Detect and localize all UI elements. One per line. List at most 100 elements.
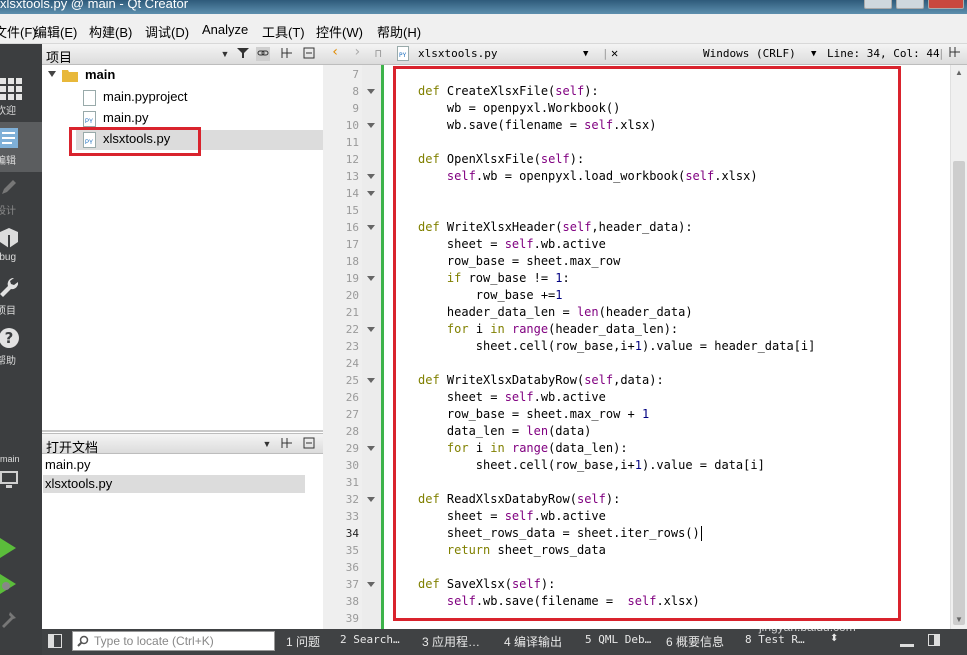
fold-arrow-icon[interactable] [367,378,375,383]
view-dropdown-icon[interactable]: ▼ [218,47,232,61]
close-pane-icon[interactable] [302,437,316,451]
line-number: 36 [345,561,359,574]
line-number: 19 [345,272,359,285]
toggle-sidebar-icon[interactable] [48,634,62,648]
forward-arrow-icon[interactable]: › [353,44,361,60]
output-tab-qml-debugger[interactable]: 5 QML Deb… [585,633,651,646]
menu-edit[interactable]: 编辑(E) [34,22,77,41]
close-window-button[interactable] [928,0,964,9]
line-number: 28 [345,425,359,438]
mode-design[interactable]: 设计 [0,172,42,222]
pencil-icon [2,180,16,194]
close-document-icon[interactable]: ✕ [611,46,618,60]
mode-projects[interactable]: 项目 [0,272,42,322]
output-tab-app-output[interactable]: 3 应用程… [422,633,480,650]
fold-arrow-icon[interactable] [367,174,375,179]
locator-input[interactable]: Type to locate (Ctrl+K) [72,631,275,651]
document-dropdown-icon[interactable]: ▼ [583,49,588,59]
highlight-box-file [69,127,201,156]
output-tab-compile-output[interactable]: 4 编译输出 [504,633,562,650]
build-button[interactable] [0,606,42,632]
maximize-button[interactable] [896,0,924,9]
mode-welcome[interactable]: 欢迎 [0,72,42,122]
line-number: 17 [345,238,359,251]
sidebar: 项目 ▼ main main.pyproject PY main.py PY x… [42,44,323,629]
output-tab-issues[interactable]: 1 问题 [286,633,320,650]
target-selector[interactable]: main [0,452,42,502]
editor-toolbar: ‹ › ⊓ PY xlsxtools.py ▼ | ✕ Windows (CRL… [323,44,967,65]
project-root[interactable]: main [85,67,115,87]
toolbar-separator: | [938,47,945,60]
line-number: 37 [345,578,359,591]
fold-arrow-icon[interactable] [367,446,375,451]
fold-arrow-icon[interactable] [367,225,375,230]
fold-arrow-icon[interactable] [367,497,375,502]
baidu-watermark: Bai 经验 jingyan.baidu.com [735,570,965,655]
mode-selector: 欢迎 编辑 设计 Debug 项目 ? 帮助 main [0,44,42,655]
menu-help[interactable]: 帮助(H) [377,22,421,41]
line-number: 10 [345,119,359,132]
menu-analyze[interactable]: Analyze [202,22,248,37]
close-pane-icon[interactable] [302,47,316,61]
toolbar-separator: | [602,47,609,60]
hammer-icon [2,612,16,628]
pane-splitter[interactable] [42,430,323,432]
fold-arrow-icon[interactable] [367,276,375,281]
fold-arrow-icon[interactable] [367,327,375,332]
split-icon[interactable] [280,437,294,451]
text-cursor [700,526,702,541]
cursor-position[interactable]: Line: 34, Col: 44 [827,47,940,60]
editor-vertical-scrollbar[interactable]: ▲ ▼ [950,65,967,629]
menu-file[interactable]: 文件(F) [0,22,37,41]
open-doc-xlsxtools-py[interactable]: xlsxtools.py [45,476,112,496]
open-docs-dropdown-icon[interactable]: ▼ [260,437,274,451]
editor-filename[interactable]: xlsxtools.py [418,47,497,60]
scroll-up-arrow-icon[interactable]: ▲ [955,68,963,77]
fold-arrow-icon[interactable] [367,89,375,94]
line-number: 30 [345,459,359,472]
menu-build[interactable]: 构建(B) [89,22,132,41]
help-icon: ? [0,328,19,348]
search-icon [77,635,89,647]
line-number: 11 [345,136,359,149]
line-number: 25 [345,374,359,387]
filter-icon[interactable] [236,47,250,61]
debug-run-button[interactable] [0,570,42,602]
bug-icon [0,228,18,248]
menu-debug[interactable]: 调试(D) [145,22,189,41]
scrollbar-thumb[interactable] [953,161,965,625]
folder-icon [62,70,78,82]
minimize-button[interactable] [864,0,892,9]
python-file-icon: PY [397,46,409,61]
line-ending-label[interactable]: Windows (CRLF) [703,47,796,60]
line-number: 34 [345,527,359,540]
line-ending-dropdown-icon[interactable]: ▼ [811,49,816,59]
python-file-icon: PY [83,111,96,127]
watermark-brand: Bai 经验 [745,581,870,619]
split-icon[interactable] [280,47,294,61]
menu-controls[interactable]: 控件(W) [316,22,363,41]
menu-tools[interactable]: 工具(T) [262,22,305,41]
link-icon[interactable] [256,47,270,61]
mode-help[interactable]: ? 帮助 [0,322,42,372]
debug-play-icon [0,574,16,594]
output-tab-general-messages[interactable]: 6 概要信息 [666,633,724,650]
back-arrow-icon[interactable]: ‹ [331,44,339,60]
fold-arrow-icon[interactable] [367,582,375,587]
expand-arrow-icon[interactable] [48,71,56,77]
output-tab-search[interactable]: 2 Search… [340,633,400,646]
file-icon [83,90,96,106]
open-docs-pane-title: 打开文档 [46,440,99,455]
fold-arrow-icon[interactable] [367,191,375,196]
split-icon[interactable] [949,46,961,61]
fold-arrow-icon[interactable] [367,123,375,128]
line-number: 13 [345,170,359,183]
wrench-icon [0,278,18,297]
mode-debug[interactable]: Debug [0,222,42,272]
tree-item-main-pyproject[interactable]: main.pyproject [103,89,188,109]
fold-column [362,65,381,629]
projects-pane-header: 项目 ▼ [42,44,323,65]
open-doc-main-py[interactable]: main.py [45,457,91,477]
mode-edit[interactable]: 编辑 [0,122,42,172]
run-button[interactable] [0,532,42,566]
